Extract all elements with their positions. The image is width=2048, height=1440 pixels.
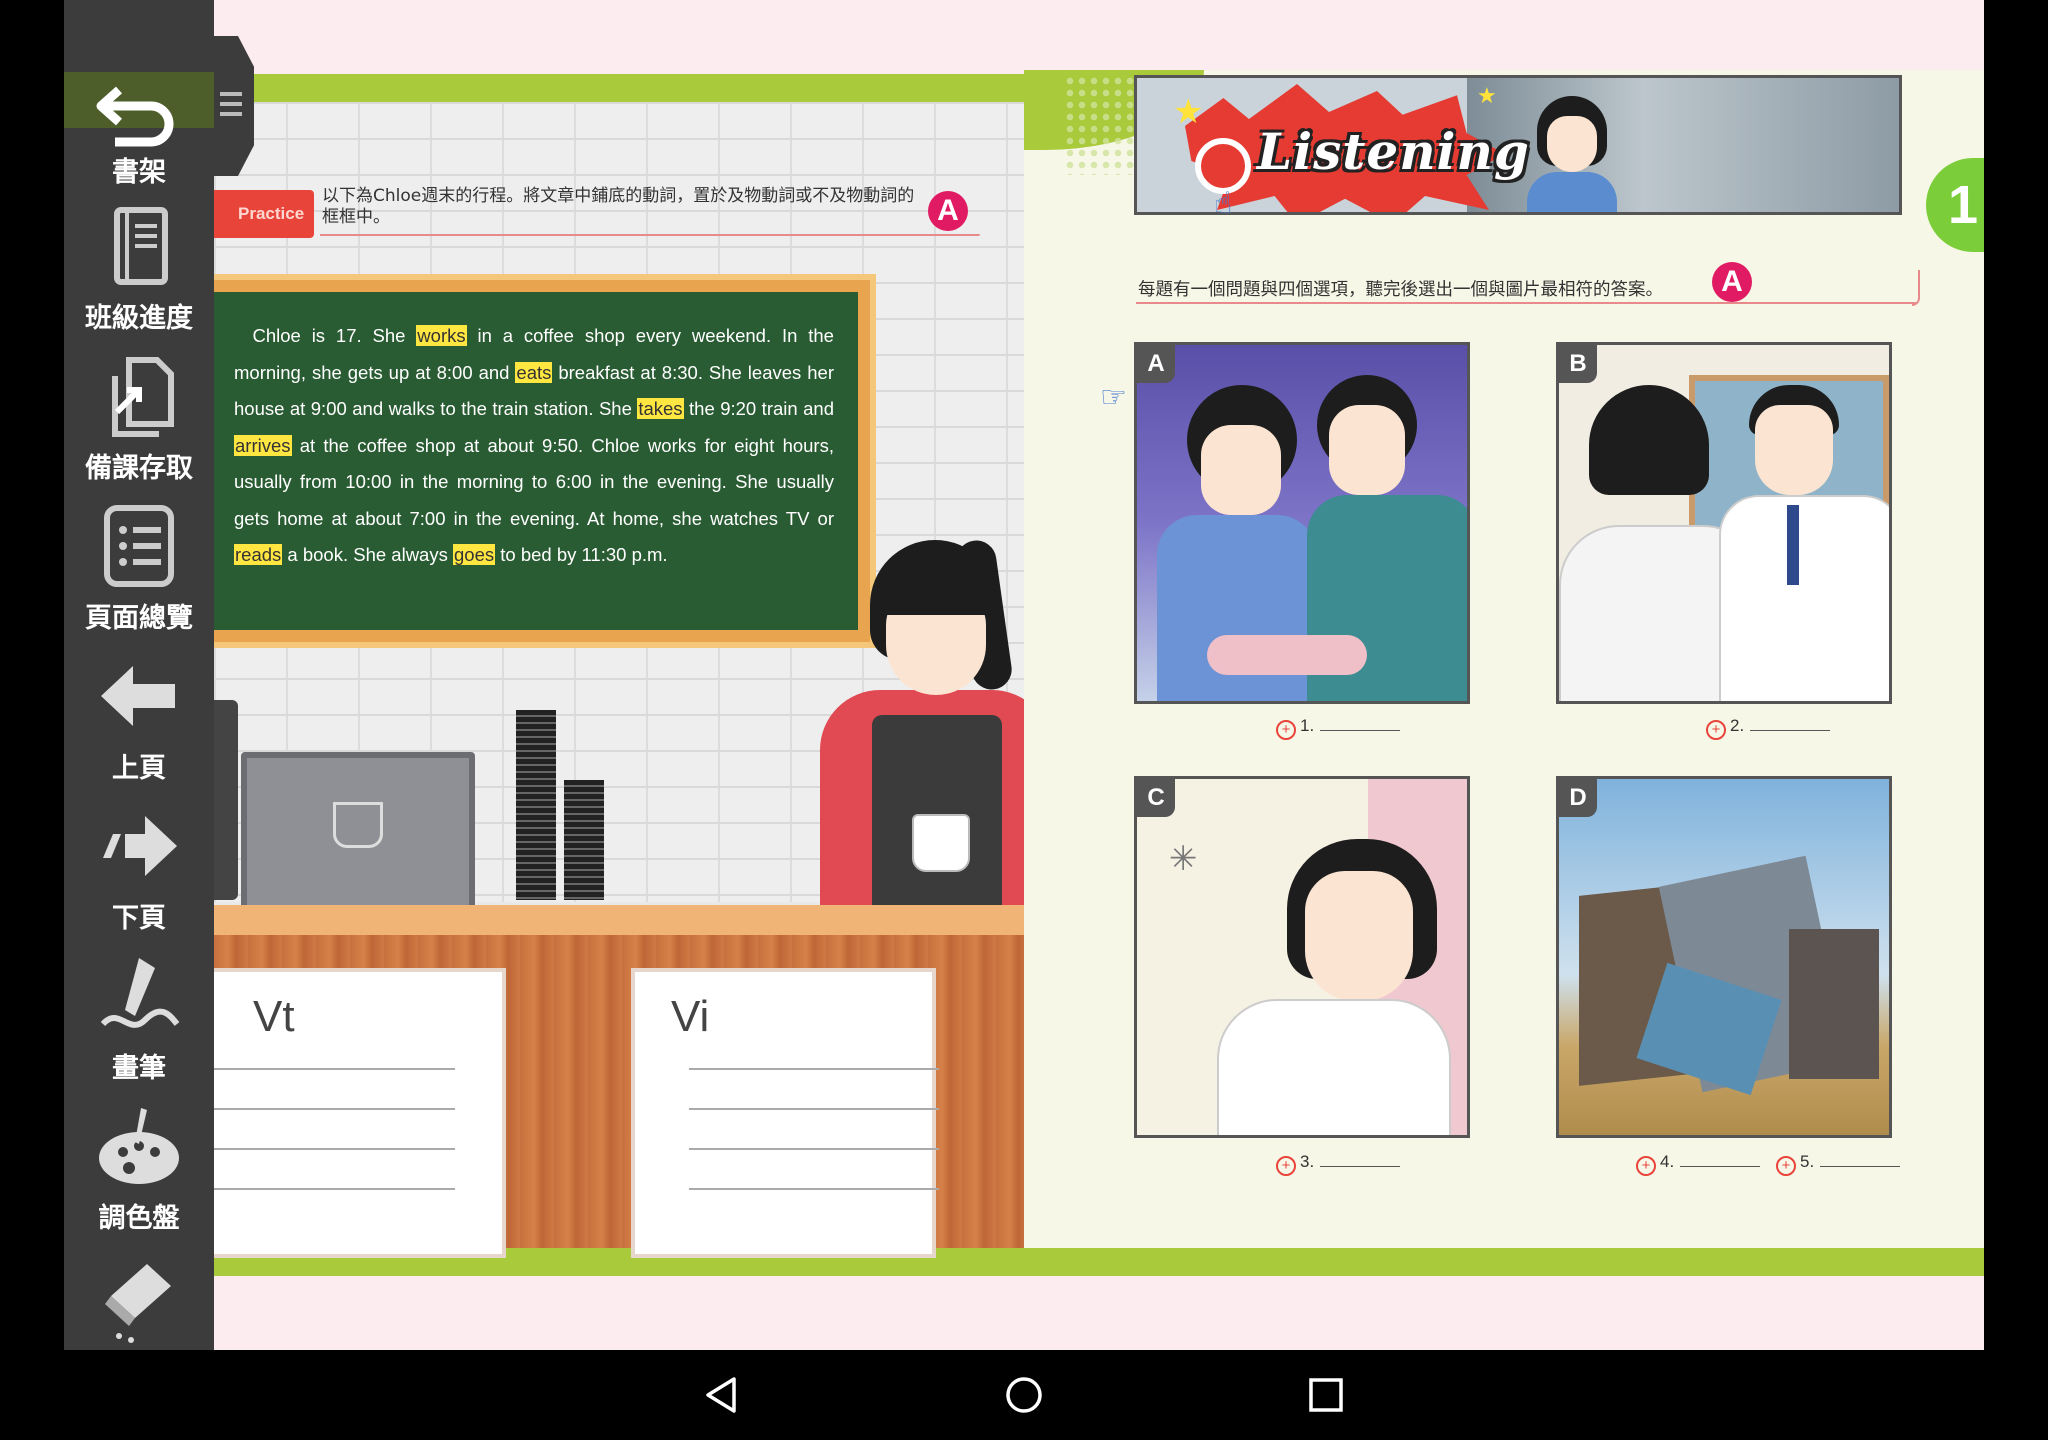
highlighted-verb[interactable]: eats — [515, 361, 553, 383]
sidebar-item-bookshelf[interactable]: 書架 — [64, 60, 214, 210]
circle-home-icon — [1006, 1377, 1042, 1413]
recents-button[interactable] — [1296, 1370, 1356, 1420]
level-badge-a: A — [928, 191, 968, 231]
coffee-machine — [241, 752, 475, 916]
add-answer-icon[interactable]: + — [1776, 1156, 1796, 1176]
spider-icon: ✳ — [1169, 839, 1198, 879]
coffee-mug — [912, 814, 970, 872]
hamburger-icon[interactable] — [220, 92, 242, 96]
triangle-back-icon — [706, 1377, 736, 1413]
sidebar: 書架 班級進度 備課存取 頁面總覽 上頁 下頁 畫筆 調色盤 — [64, 0, 214, 1350]
listening-girl — [1527, 88, 1617, 212]
sidebar-item-next-page[interactable]: 下頁 — [64, 796, 214, 946]
sidebar-item-lesson-storage[interactable]: 備課存取 — [64, 346, 214, 496]
passage-text: the 9:20 train and — [683, 398, 835, 419]
listening-badge-a: A — [1712, 262, 1752, 302]
sidebar-item-page-overview[interactable]: 頁面總覽 — [64, 496, 214, 646]
back-button[interactable] — [692, 1370, 752, 1420]
vt-card-title: Vt — [253, 992, 295, 1041]
system-nav-bar — [0, 1350, 2048, 1440]
sidebar-item-label: 備課存取 — [85, 453, 193, 484]
answer-1[interactable]: +1. — [1276, 716, 1401, 740]
ebook-viewer: Practice 以下為Chloe週末的行程。將文章中鋪底的動詞，置於及物動詞或… — [64, 0, 1984, 1350]
sidebar-item-label: 書架 — [112, 157, 166, 188]
save-files-icon — [112, 357, 174, 437]
answer-5[interactable]: +5. — [1776, 1152, 1901, 1176]
sidebar-item-class-progress[interactable]: 班級進度 — [64, 196, 214, 346]
sidebar-item-pen[interactable]: 畫筆 — [64, 946, 214, 1096]
sidebar-item-label: 班級進度 — [85, 303, 193, 334]
highlighted-verb[interactable]: takes — [637, 398, 684, 419]
answer-4[interactable]: +4. — [1636, 1152, 1761, 1176]
listening-underline — [1136, 302, 1916, 304]
reading-passage: Chloe is 17. She works in a coffee shop … — [234, 318, 834, 574]
listening-title: Listening — [1257, 122, 1530, 181]
star-icon: ★ — [1173, 92, 1204, 132]
cup-stack — [516, 710, 556, 900]
practice-instruction: 以下為Chloe週末的行程。將文章中鋪底的動詞，置於及物動詞或不及物動詞的框框中… — [322, 186, 915, 227]
counter-top — [214, 905, 1087, 935]
listening-instruction: 每題有一個問題與四個選項，聽完後選出一個與圖片最相符的答案。 — [1138, 280, 1663, 300]
picture-a[interactable]: A — [1134, 342, 1470, 704]
answer-2[interactable]: +2. — [1706, 716, 1831, 740]
previous-page-icon — [101, 666, 175, 726]
passage-text: Chloe is 17. She — [234, 325, 417, 346]
home-button[interactable] — [994, 1370, 1054, 1420]
barista-apron — [872, 715, 1002, 905]
cup-stack — [564, 780, 604, 900]
notebook-icon — [114, 207, 168, 285]
listening-underline-corner — [1912, 270, 1920, 306]
highlighted-verb[interactable]: arrives — [234, 434, 292, 456]
chalkboard: Chloe is 17. She works in a coffee shop … — [192, 274, 876, 648]
picture-a-label: A — [1137, 345, 1175, 383]
picture-d[interactable]: D — [1556, 776, 1892, 1138]
next-page-icon — [103, 816, 177, 876]
picture-c[interactable]: ✳ C — [1134, 776, 1470, 1138]
barista-bangs — [876, 560, 996, 615]
passage-text: at the coffee shop at about 9:50. Chloe … — [234, 434, 834, 529]
add-answer-icon[interactable]: + — [1276, 720, 1296, 740]
coffee-cup-icon — [333, 802, 383, 848]
sidebar-item-eraser[interactable] — [64, 1248, 214, 1348]
add-answer-icon[interactable]: + — [1276, 1156, 1296, 1176]
highlighted-verb[interactable]: goes — [453, 544, 496, 565]
sidebar-item-palette[interactable]: 調色盤 — [64, 1096, 214, 1246]
hand-pointer-icon[interactable]: ☞ — [1100, 380, 1127, 415]
picture-b[interactable]: B — [1556, 342, 1892, 704]
instruction-underline — [320, 234, 980, 236]
add-answer-icon[interactable]: + — [1706, 720, 1726, 740]
menu-handle[interactable] — [214, 36, 254, 176]
eraser-icon — [105, 1264, 171, 1343]
sidebar-item-label: 頁面總覽 — [85, 603, 193, 634]
add-answer-icon[interactable]: + — [1636, 1156, 1656, 1176]
picture-c-label: C — [1137, 779, 1175, 817]
answer-3[interactable]: +3. — [1276, 1152, 1401, 1176]
star-icon: ★ — [1477, 84, 1497, 109]
picture-d-label: D — [1559, 779, 1597, 817]
list-icon — [104, 505, 174, 587]
pen-icon — [100, 958, 180, 1028]
picture-b-label: B — [1559, 345, 1597, 383]
sidebar-item-previous-page[interactable]: 上頁 — [64, 646, 214, 796]
back-arrow-icon — [96, 86, 174, 147]
sidebar-item-label: 畫筆 — [112, 1053, 166, 1084]
highlighted-verb[interactable]: reads — [234, 544, 283, 565]
passage-text: a book. She always — [282, 544, 453, 565]
vi-card: Vi — [631, 968, 939, 1258]
listening-banner: Listening ★ ★ — [1134, 75, 1902, 215]
palette-icon — [99, 1108, 179, 1184]
vt-card: Vt — [201, 968, 506, 1258]
sidebar-item-label: 上頁 — [112, 753, 166, 784]
vi-card-title: Vi — [671, 992, 710, 1041]
passage-text: to bed by 11:30 p.m. — [495, 544, 668, 565]
hand-pointer-icon[interactable]: ☝ — [1214, 186, 1232, 221]
sidebar-item-label: 下頁 — [112, 903, 166, 934]
highlighted-verb[interactable]: works — [416, 325, 467, 346]
square-recents-icon — [1309, 1378, 1343, 1412]
sidebar-item-label: 調色盤 — [98, 1203, 180, 1234]
